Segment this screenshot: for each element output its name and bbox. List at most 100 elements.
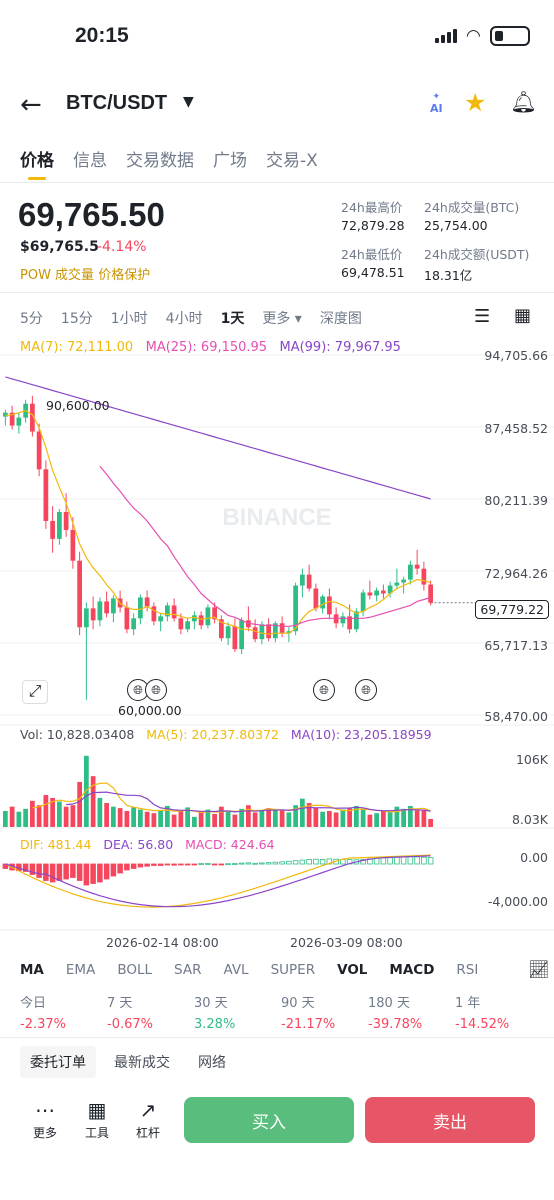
favorite-star-icon[interactable]: ★ xyxy=(464,88,486,117)
indicator-super[interactable]: SUPER xyxy=(271,962,316,978)
indicator-ema[interactable]: EMA xyxy=(66,962,95,978)
tools-button[interactable]: ▦ 工具 xyxy=(77,1098,117,1141)
candle-body xyxy=(360,592,366,612)
indicator-ma[interactable]: MA xyxy=(20,962,44,978)
macd-histogram-bar xyxy=(421,856,427,865)
indicator-vol[interactable]: VOL xyxy=(337,962,367,978)
sell-button[interactable]: 卖出 xyxy=(365,1097,535,1143)
more-button[interactable]: ⋯ 更多 xyxy=(25,1098,65,1141)
ma25-line xyxy=(99,465,431,627)
volume-bar xyxy=(9,806,15,827)
macd-histogram-bar xyxy=(232,863,238,865)
depth-chart-tab[interactable]: 深度图 xyxy=(320,308,362,328)
ai-icon[interactable]: ✦ AI xyxy=(430,92,443,115)
tab-price[interactable]: 价格 xyxy=(20,146,54,171)
expand-icon[interactable]: ⤢ xyxy=(22,680,48,704)
macd-histogram-bar xyxy=(427,857,434,865)
chart-settings-icon[interactable]: 📈︎ xyxy=(524,960,554,980)
volume-bar xyxy=(43,795,49,827)
tab-trading-data[interactable]: 交易数据 xyxy=(126,146,194,171)
macd-histogram-bar xyxy=(272,861,279,865)
stat-low: 24h最低价 69,478.51 xyxy=(341,247,405,280)
volume-bar xyxy=(158,810,163,827)
volume-bar xyxy=(401,808,406,827)
candle-body xyxy=(408,564,413,580)
event-marker-icon[interactable]: 🌐︎ xyxy=(313,679,335,701)
tab-network[interactable]: 网络 xyxy=(188,1046,236,1078)
interval-1d[interactable]: 1天 xyxy=(221,308,245,328)
more-icon: ⋯ xyxy=(35,1098,55,1122)
margin-button[interactable]: ↗ 杠杆 xyxy=(128,1098,168,1141)
macd-histogram-bar xyxy=(245,862,252,865)
volume-bar xyxy=(367,814,373,827)
interval-4h[interactable]: 4小时 xyxy=(166,308,203,328)
kline-chart[interactable]: BINANCE xyxy=(0,330,554,950)
macd-histogram-bar xyxy=(211,863,218,866)
volume-bar xyxy=(273,810,278,827)
indicator-sar[interactable]: SAR xyxy=(174,962,201,978)
indicator-macd[interactable]: MACD xyxy=(389,962,434,978)
caret-down-icon[interactable]: ▼ xyxy=(183,94,194,110)
interval-5m[interactable]: 5分 xyxy=(20,308,43,328)
candle-body xyxy=(185,621,190,630)
tab-latest-trades[interactable]: 最新成交 xyxy=(104,1046,180,1078)
indicator-rsi[interactable]: RSI xyxy=(456,962,478,978)
tab-open-orders[interactable]: 委托订单 xyxy=(20,1046,96,1078)
macd-histogram-bar xyxy=(110,863,117,877)
candle-body xyxy=(367,592,373,596)
event-marker-icon[interactable]: 🌐︎ xyxy=(145,679,167,701)
low-marker-label: 60,000.00 xyxy=(118,703,182,718)
time-axis-label: 2026-03-09 08:00 xyxy=(290,935,403,950)
indicator-boll[interactable]: BOLL xyxy=(117,962,152,978)
indicator-settings-icon[interactable]: ☰ xyxy=(474,306,490,327)
buy-button[interactable]: 买入 xyxy=(184,1097,354,1143)
volume-bar xyxy=(3,811,8,827)
macd-histogram-bar xyxy=(164,863,171,866)
interval-more[interactable]: 更多 ▾ xyxy=(262,308,301,328)
last-price: 69,765.50 xyxy=(18,196,165,233)
tags[interactable]: POW 成交量 价格保护 xyxy=(20,264,150,283)
bell-icon[interactable]: 🔔︎ xyxy=(510,90,537,115)
pair-selector[interactable]: BTC/USDT xyxy=(66,92,167,115)
volume-bar xyxy=(70,805,76,827)
header: ← BTC/USDT ▼ ✦ AI ★ 🔔︎ xyxy=(0,88,554,128)
macd-histogram-bar xyxy=(319,859,326,865)
macd-histogram-bar xyxy=(83,863,90,886)
tab-trade-x[interactable]: 交易-X xyxy=(266,146,318,171)
tab-underline xyxy=(28,177,46,180)
volume-bar xyxy=(246,805,251,827)
volume-bar xyxy=(111,806,116,827)
perf-90d: 90 天 -21.17% xyxy=(281,996,336,1032)
candle-body xyxy=(401,579,406,583)
battery-icon xyxy=(490,26,530,46)
interval-1h[interactable]: 1小时 xyxy=(111,308,148,328)
macd-histogram-bar xyxy=(265,862,272,865)
indicator-bar: MA EMA BOLL SAR AVL SUPER VOL MACD RSI xyxy=(20,962,500,978)
price-axis-label: 87,458.52 xyxy=(484,421,548,436)
interval-15m[interactable]: 15分 xyxy=(61,308,93,328)
tab-square[interactable]: 广场 xyxy=(213,146,247,171)
macd-histogram-bar xyxy=(130,863,137,869)
tab-info[interactable]: 信息 xyxy=(73,146,107,171)
volume-bar xyxy=(225,811,231,827)
indicator-avl[interactable]: AVL xyxy=(223,962,248,978)
grid-layout-icon[interactable]: ▦ xyxy=(514,305,531,326)
candle-body xyxy=(394,582,400,586)
price-axis-label: 58,470.00 xyxy=(484,709,548,724)
macd-histogram-bar xyxy=(218,863,225,866)
perf-7d: 7 天 -0.67% xyxy=(107,996,153,1032)
macd-histogram-bar xyxy=(56,863,63,881)
event-marker-icon[interactable]: 🌐︎ xyxy=(355,679,377,701)
volume-bar xyxy=(300,798,305,827)
candle-body xyxy=(313,588,319,609)
back-arrow-icon[interactable]: ← xyxy=(20,90,42,120)
volume-bar xyxy=(252,812,258,827)
volume-bar xyxy=(138,809,143,827)
volume-bar xyxy=(374,813,379,827)
macd-histogram-bar xyxy=(191,863,198,866)
candle-body xyxy=(178,618,184,630)
volume-bar xyxy=(16,811,22,827)
candle-body xyxy=(43,469,49,521)
volume-bar xyxy=(387,811,393,827)
volume-bar xyxy=(30,800,35,827)
